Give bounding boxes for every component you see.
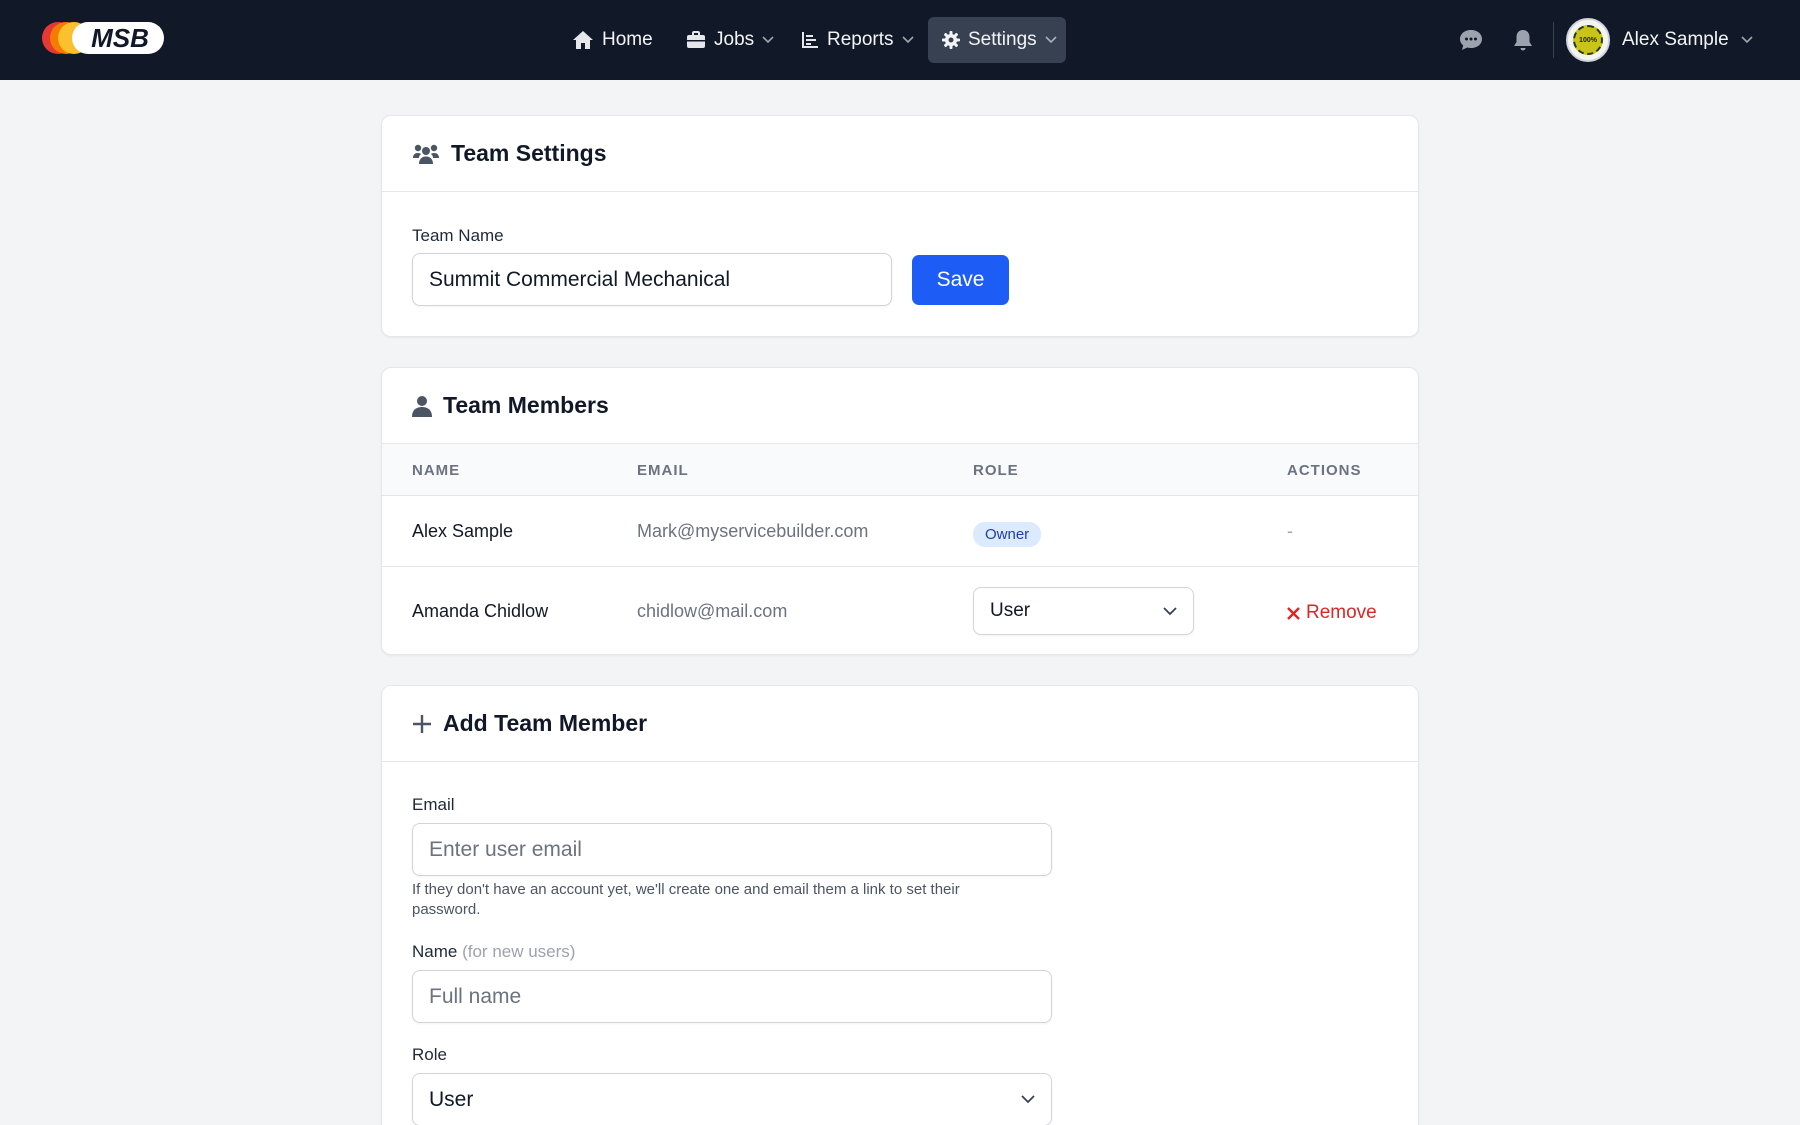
- nav-home-label: Home: [602, 29, 653, 50]
- team-name-input[interactable]: [412, 253, 892, 306]
- svg-text:MSB: MSB: [91, 23, 149, 53]
- chevron-down-icon: [1045, 36, 1057, 44]
- card-header: Add Team Member: [382, 686, 1418, 762]
- nav-home[interactable]: Home: [558, 17, 667, 63]
- nav-settings[interactable]: Settings: [928, 17, 1066, 63]
- briefcase-icon: [687, 31, 705, 48]
- card-header: Team Settings: [382, 116, 1418, 192]
- column-header-email: EMAIL: [637, 462, 689, 479]
- role-select[interactable]: User: [412, 1073, 1052, 1125]
- nav-divider: [1553, 22, 1554, 58]
- member-email: Mark@myservicebuilder.com: [637, 521, 869, 541]
- top-navbar: MSB Home Jobs Reports Settings 100% Alex…: [0, 0, 1800, 80]
- name-label-text: Name: [412, 942, 458, 961]
- column-header-actions: ACTIONS: [1287, 462, 1362, 479]
- chart-bar-icon: [802, 32, 818, 48]
- column-header-role: ROLE: [973, 462, 1019, 479]
- chevron-down-icon: [1163, 606, 1177, 615]
- close-icon: [1287, 606, 1300, 620]
- user-menu[interactable]: 100% Alex Sample: [1566, 17, 1753, 63]
- member-role-value: User: [990, 600, 1031, 621]
- name-label-hint: (for new users): [462, 942, 576, 961]
- chevron-down-icon: [1741, 36, 1753, 44]
- avatar-badge: 100%: [1573, 25, 1603, 55]
- table-row: Alex Sample Mark@myservicebuilder.com Ow…: [382, 496, 1418, 567]
- team-settings-card: Team Settings Team Name Save: [381, 115, 1419, 337]
- nav-jobs-label: Jobs: [714, 29, 755, 50]
- member-name: Amanda Chidlow: [412, 601, 549, 621]
- email-help-text: If they don't have an account yet, we'll…: [412, 881, 960, 918]
- member-email: chidlow@mail.com: [637, 601, 788, 621]
- full-name-field[interactable]: [412, 970, 1052, 1023]
- nav-settings-label: Settings: [968, 29, 1037, 50]
- nav-jobs[interactable]: Jobs: [672, 17, 788, 63]
- team-members-card: Team Members NAME EMAIL ROLE ACTIONS Ale…: [381, 367, 1419, 655]
- user-name: Alex Sample: [1622, 29, 1729, 50]
- nav-reports-label: Reports: [827, 29, 894, 50]
- plus-icon: [413, 714, 431, 733]
- no-action-placeholder: -: [1287, 521, 1293, 541]
- save-button[interactable]: Save: [912, 255, 1009, 305]
- home-icon: [573, 31, 593, 49]
- add-team-member-card: Add Team Member Email If they don't have…: [381, 685, 1419, 1125]
- remove-label: Remove: [1306, 602, 1377, 623]
- member-name: Alex Sample: [412, 521, 514, 541]
- team-name-label: Team Name: [412, 226, 504, 245]
- chevron-down-icon: [901, 36, 914, 44]
- card-header: Team Members: [382, 368, 1418, 444]
- msb-logo[interactable]: MSB: [40, 20, 166, 56]
- nav-reports[interactable]: Reports: [787, 17, 928, 63]
- role-badge-owner: Owner: [973, 522, 1042, 547]
- table-row: Amanda Chidlow chidlow@mail.com User Rem…: [382, 567, 1418, 654]
- role-select-value: User: [429, 1087, 474, 1111]
- add-member-title: Add Team Member: [443, 710, 648, 736]
- name-label: Name (for new users): [412, 942, 575, 962]
- user-icon: [412, 395, 432, 417]
- team-settings-title: Team Settings: [451, 140, 607, 166]
- remove-member-button[interactable]: Remove: [1287, 602, 1377, 624]
- email-label: Email: [412, 795, 455, 814]
- chevron-down-icon: [762, 36, 774, 44]
- team-members-title: Team Members: [443, 392, 609, 418]
- table-header: NAME EMAIL ROLE ACTIONS: [382, 444, 1418, 496]
- gear-icon: [942, 31, 960, 49]
- role-label: Role: [412, 1045, 447, 1064]
- member-role-select[interactable]: User: [973, 587, 1194, 635]
- chevron-down-icon: [1021, 1095, 1035, 1104]
- email-field[interactable]: [412, 823, 1052, 876]
- chat-icon[interactable]: [1458, 27, 1484, 53]
- column-header-name: NAME: [412, 462, 461, 479]
- bell-icon[interactable]: [1510, 27, 1536, 53]
- users-icon: [413, 144, 439, 164]
- avatar: 100%: [1566, 18, 1610, 62]
